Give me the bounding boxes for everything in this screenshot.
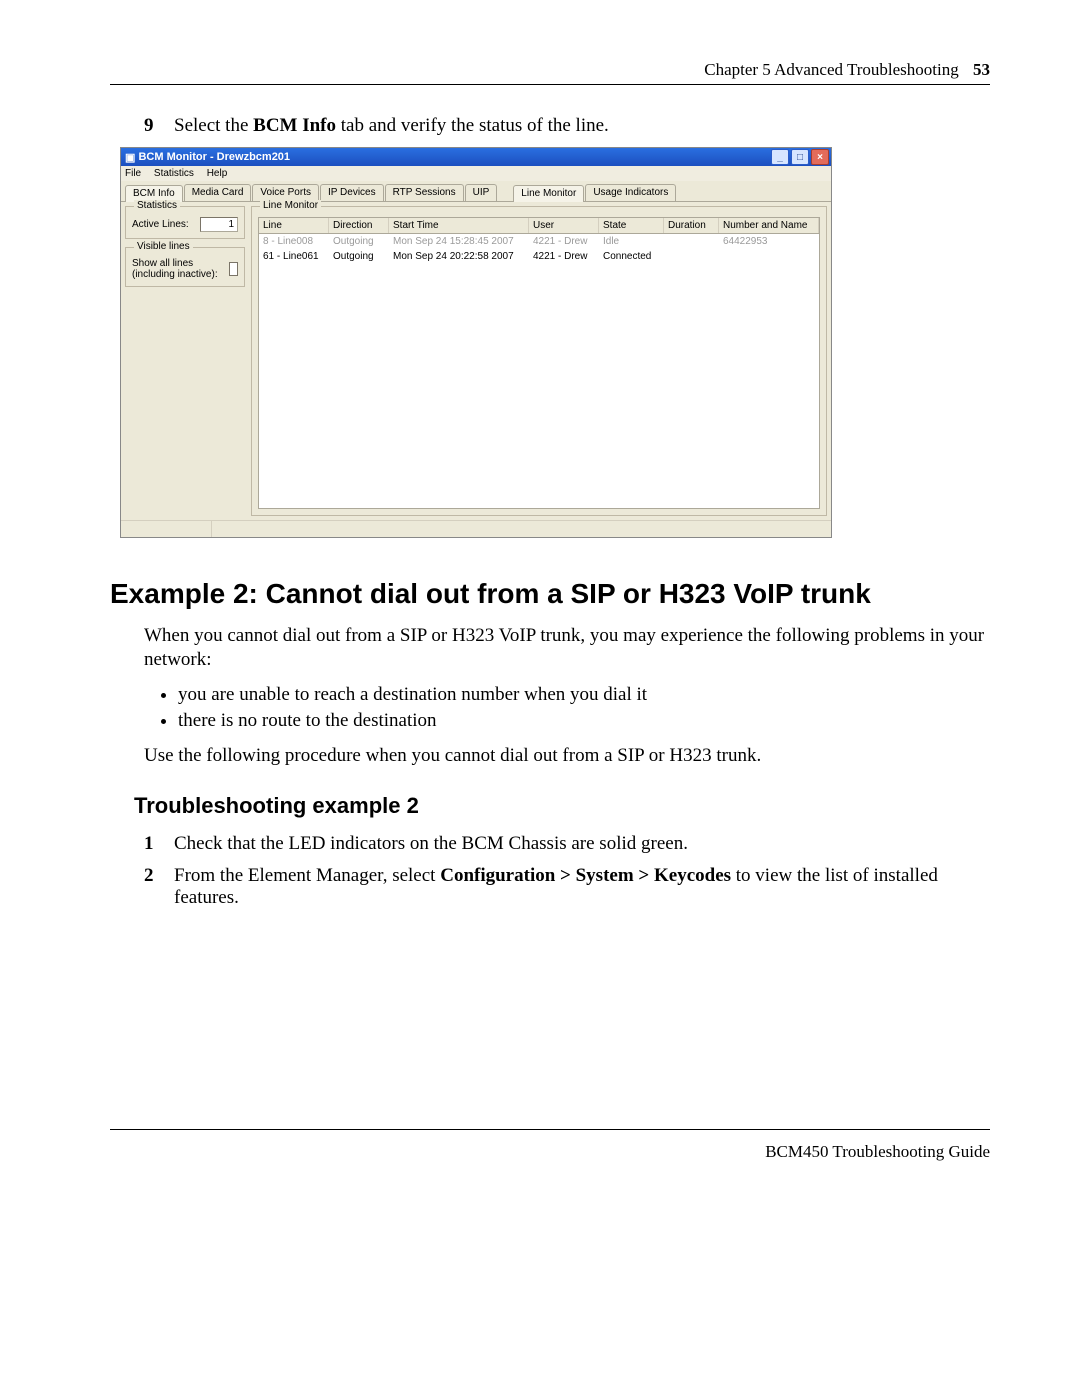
tab-line-monitor[interactable]: Line Monitor [513, 185, 584, 202]
footer-text: BCM450 Troubleshooting Guide [765, 1142, 990, 1161]
step-1: 1 Check that the LED indicators on the B… [144, 833, 990, 855]
visible-lines-legend: Visible lines [134, 241, 193, 252]
tab-uip[interactable]: UIP [465, 184, 498, 201]
tab-voice-ports[interactable]: Voice Ports [252, 184, 319, 201]
titlebar[interactable]: ▣ BCM Monitor - Drewzbcm201 _ □ × [121, 148, 831, 166]
chapter-title: Chapter 5 Advanced Troubleshooting [704, 60, 959, 79]
active-lines-label: Active Lines: [132, 219, 189, 230]
col-state[interactable]: State [599, 218, 664, 233]
col-number[interactable]: Number and Name [719, 218, 819, 233]
show-all-label: Show all lines (including inactive): [132, 258, 223, 280]
bullet-item: you are unable to reach a destination nu… [178, 684, 990, 706]
bcm-monitor-window: ▣ BCM Monitor - Drewzbcm201 _ □ × File S… [120, 147, 832, 538]
visible-lines-panel: Visible lines Show all lines (including … [125, 247, 245, 287]
col-start[interactable]: Start Time [389, 218, 529, 233]
active-lines-value: 1 [200, 217, 238, 232]
step-number: 9 [144, 115, 174, 137]
statistics-legend: Statistics [134, 200, 180, 211]
line-monitor-table: Line Direction Start Time User State Dur… [258, 217, 820, 509]
col-direction[interactable]: Direction [329, 218, 389, 233]
table-row[interactable]: 8 - Line008 Outgoing Mon Sep 24 15:28:45… [259, 234, 819, 249]
app-icon: ▣ [125, 151, 135, 164]
line-monitor-legend: Line Monitor [260, 200, 321, 211]
statusbar [121, 520, 831, 537]
step-number: 1 [144, 833, 174, 855]
tab-usage-indicators[interactable]: Usage Indicators [585, 184, 676, 201]
troubleshooting-subheading: Troubleshooting example 2 [134, 793, 990, 819]
window-title: BCM Monitor - Drewzbcm201 [138, 151, 290, 163]
page-header: Chapter 5 Advanced Troubleshooting 53 [110, 60, 990, 85]
statistics-panel: Statistics Active Lines: 1 [125, 206, 245, 239]
menu-file[interactable]: File [125, 168, 141, 179]
step-text: Check that the LED indicators on the BCM… [174, 833, 688, 855]
maximize-button[interactable]: □ [791, 149, 809, 165]
step-9: 9 Select the BCM Info tab and verify the… [144, 115, 990, 137]
tab-rtp-sessions[interactable]: RTP Sessions [385, 184, 464, 201]
step-number: 2 [144, 865, 174, 909]
tab-strip: BCM Info Media Card Voice Ports IP Devic… [121, 181, 831, 202]
page-footer: BCM450 Troubleshooting Guide [110, 1129, 990, 1162]
tab-ip-devices[interactable]: IP Devices [320, 184, 384, 201]
use-procedure-paragraph: Use the following procedure when you can… [144, 744, 990, 768]
tab-media-card[interactable]: Media Card [184, 184, 252, 201]
table-header: Line Direction Start Time User State Dur… [259, 218, 819, 234]
menubar: File Statistics Help [121, 166, 831, 181]
show-all-checkbox[interactable] [229, 262, 238, 276]
minimize-button[interactable]: _ [771, 149, 789, 165]
col-line[interactable]: Line [259, 218, 329, 233]
table-row[interactable]: 61 - Line061 Outgoing Mon Sep 24 20:22:5… [259, 249, 819, 264]
step-text: From the Element Manager, select Configu… [174, 865, 990, 909]
menu-help[interactable]: Help [207, 168, 228, 179]
line-monitor-panel: Line Monitor Line Direction Start Time U… [251, 206, 827, 516]
bullet-item: there is no route to the destination [178, 710, 990, 732]
step-text: Select the BCM Info tab and verify the s… [174, 115, 609, 137]
close-button[interactable]: × [811, 149, 829, 165]
intro-paragraph: When you cannot dial out from a SIP or H… [144, 624, 990, 672]
problem-bullets: you are unable to reach a destination nu… [178, 684, 990, 732]
menu-statistics[interactable]: Statistics [154, 168, 194, 179]
page-number: 53 [973, 60, 990, 79]
col-duration[interactable]: Duration [664, 218, 719, 233]
col-user[interactable]: User [529, 218, 599, 233]
step-2: 2 From the Element Manager, select Confi… [144, 865, 990, 909]
example-2-heading: Example 2: Cannot dial out from a SIP or… [110, 578, 990, 610]
